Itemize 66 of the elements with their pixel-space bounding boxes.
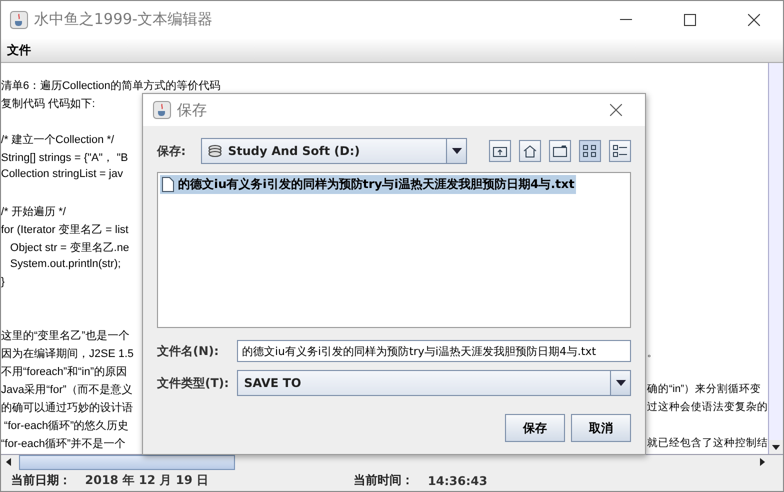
text-line: 清单6：遍历Collection的简单方式的等价代码 [1, 78, 220, 94]
text-line: 。 [647, 346, 658, 361]
text-line: System.out.println(str); [9, 258, 122, 272]
minimize-icon [620, 19, 632, 20]
close-icon [748, 14, 760, 26]
time-label: 当前时间： [354, 472, 414, 489]
caret-icon [616, 380, 626, 386]
text-line: 不用“foreach”和“in”的原因 [1, 365, 128, 380]
toolbar-button[interactable] [519, 140, 541, 162]
scroll-down-button[interactable] [769, 440, 783, 454]
drive-icon [208, 145, 222, 157]
scroll-thumb[interactable] [19, 455, 235, 470]
dialog-title: 保存 [177, 100, 208, 120]
date-label: 当前日期： [11, 472, 71, 489]
save-in-label: 保存: [157, 142, 187, 160]
text-line: “for-each循环”并不是一个 [1, 436, 127, 452]
file-name-label: 文件名(N): [157, 342, 220, 360]
text-line: /* 建立一个Collection */ [1, 132, 116, 148]
dialog-button[interactable]: 保存 [505, 414, 565, 442]
text-line: /* 开始遍历 */ [1, 204, 67, 220]
home-icon [523, 144, 537, 158]
dialog-button[interactable]: 取消 [571, 414, 631, 442]
file-icon [162, 177, 174, 192]
close-icon [610, 104, 622, 116]
caret-icon [760, 458, 764, 466]
text-line: 这里的“变里名乙”也是一个 [1, 328, 130, 344]
toolbar-button[interactable] [489, 140, 511, 162]
text-line: for (Iterator 变里名乙 = list [1, 222, 130, 238]
window-title: 水中鱼之1999-文本编辑器 [34, 10, 214, 29]
folder-up-icon [493, 145, 507, 157]
caret-icon [6, 458, 10, 466]
folder-icon [553, 145, 567, 157]
app-icon [153, 101, 171, 119]
app-icon [10, 10, 28, 28]
toolbar-button[interactable] [609, 140, 631, 162]
horizontal-scrollbar[interactable] [1, 454, 783, 470]
time-value: 14:36:43 [428, 474, 488, 488]
caret-icon [772, 444, 780, 450]
file-name-field[interactable]: 的德文iu有义务i引发的同样为预防try与i温热天涯发我胆预防日期4与.txt [237, 340, 631, 362]
text-line: 就已经包含了这种控制结 [647, 436, 768, 451]
maximize-icon [684, 14, 696, 26]
text-line: Collection stringList = jav [1, 168, 124, 182]
text-line: 复制代码 代码如下: [1, 97, 96, 112]
file-type-label: 文件类型(T): [157, 374, 229, 392]
text-line: Java采用“for”（而不是意义 [1, 382, 134, 398]
text-line: 因为在编译期间，J2SE 1.5 [1, 347, 135, 362]
caret-icon [452, 148, 462, 154]
text-line: Object str = 变里名乙.ne [9, 240, 130, 256]
dropdown-button[interactable] [610, 371, 630, 395]
dropdown-button[interactable] [446, 139, 466, 163]
text-line: 的确可以通过巧妙的设计语 [1, 400, 134, 416]
location-text: Study And Soft (D:) [228, 144, 360, 158]
text-line: 过这种会使语法变复杂的 [647, 400, 768, 415]
toolbar-button[interactable] [549, 140, 571, 162]
text-line: “for-each循环”的悠久历史 [3, 419, 130, 434]
text-line: String[] strings = {"A"， "B [1, 151, 129, 166]
file-type-dropdown[interactable]: SAVE TO [237, 370, 631, 396]
details-view-icon [613, 145, 627, 157]
list-view-icon [583, 145, 597, 157]
text-line: 确的“in”）来分割循环变 [647, 382, 762, 397]
text-line: } [1, 276, 6, 290]
date-value: 2018 年 12 月 19 日 [85, 472, 209, 489]
menu-item[interactable]: 文件 [1, 42, 37, 58]
vertical-scrollbar[interactable] [768, 63, 783, 454]
location-dropdown[interactable]: Study And Soft (D:) [201, 138, 467, 164]
toolbar-button[interactable] [579, 140, 601, 162]
